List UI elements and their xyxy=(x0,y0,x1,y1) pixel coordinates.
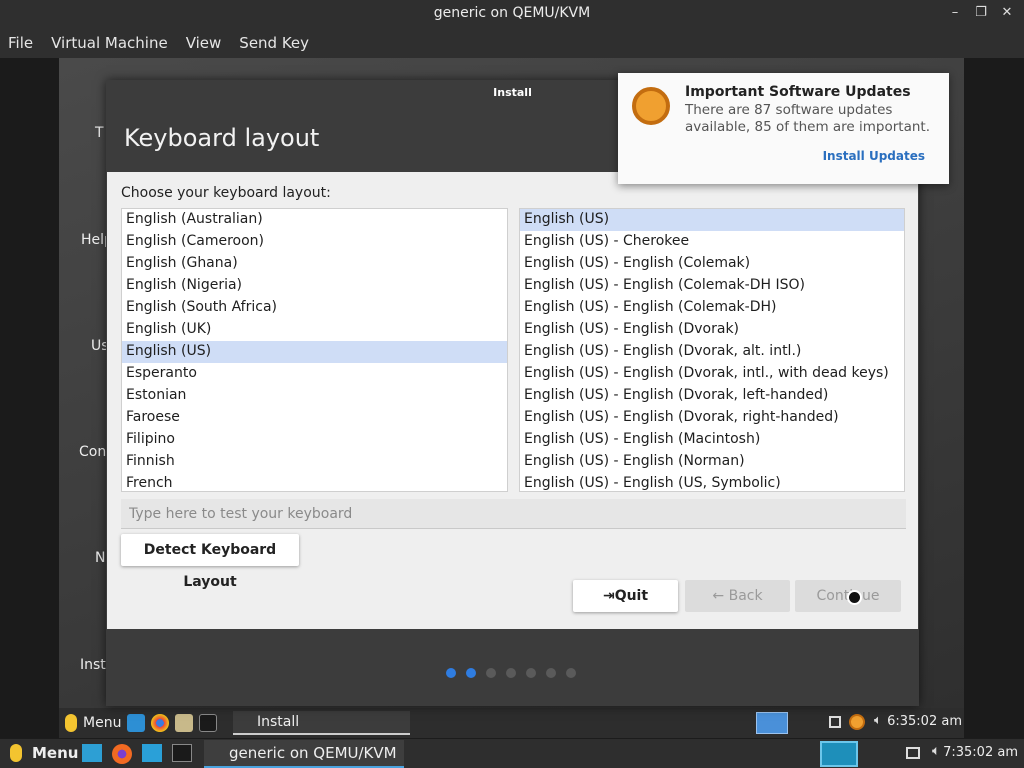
host-mint-menu-icon[interactable] xyxy=(10,744,22,762)
volume-icon[interactable]: 🔈︎ xyxy=(874,713,882,728)
variant-item-selected[interactable]: English (US) xyxy=(520,209,904,231)
host-terminal-icon[interactable] xyxy=(172,744,192,762)
guest-clock: 6:35:02 am xyxy=(887,714,962,729)
variant-item[interactable]: English (US) - English (Colemak) xyxy=(520,253,904,275)
variant-item[interactable]: English (US) - English (Dvorak, alt. int… xyxy=(520,341,904,363)
chrome-icon[interactable] xyxy=(151,714,170,732)
layout-item[interactable]: English (Australian) xyxy=(122,209,507,231)
variant-item[interactable]: English (US) - English (Dvorak, right-ha… xyxy=(520,407,904,429)
files-icon[interactable] xyxy=(175,714,194,732)
terminal-icon[interactable] xyxy=(199,714,218,732)
variant-item[interactable]: English (US) - Cherokee xyxy=(520,231,904,253)
menu-view[interactable]: View xyxy=(186,34,222,52)
host-menu-label[interactable]: Menu xyxy=(32,744,78,762)
progress-dot xyxy=(566,668,576,678)
layout-item-selected[interactable]: English (US) xyxy=(122,341,507,363)
variant-item[interactable]: English (US) - English (Colemak-DH ISO) xyxy=(520,275,904,297)
variant-item[interactable]: English (US) - English (Dvorak, intl., w… xyxy=(520,363,904,385)
firefox-icon[interactable] xyxy=(112,744,132,764)
desktop-label[interactable]: N xyxy=(95,550,105,566)
page-title: Keyboard layout xyxy=(124,124,320,152)
variant-item[interactable]: English (US) - English (Dvorak, left-han… xyxy=(520,385,904,407)
detect-keyboard-layout-button[interactable]: Detect Keyboard Layout xyxy=(121,534,299,590)
notification-body: There are 87 software updates available,… xyxy=(685,102,930,135)
host-window-title: generic on QEMU/KVM xyxy=(433,5,591,21)
host-notification-tray-icon[interactable] xyxy=(906,747,920,759)
progress-dot xyxy=(526,668,536,678)
progress-dot xyxy=(486,668,496,678)
host-taskbar: Menu generic on QEMU/KVM 🔈︎ 7:35:02 am xyxy=(0,738,1024,768)
host-menubar: File Virtual Machine View Send Key xyxy=(0,28,1024,58)
desktop-label[interactable]: Con xyxy=(79,444,106,460)
layout-item[interactable]: English (Nigeria) xyxy=(122,275,507,297)
host-titlebar: generic on QEMU/KVM – ❐ ✕ xyxy=(0,0,1024,28)
layout-item[interactable]: Finnish xyxy=(122,451,507,473)
install-updates-link[interactable]: Install Updates xyxy=(823,149,925,163)
progress-dot xyxy=(546,668,556,678)
back-arrow-icon: ← xyxy=(712,588,729,604)
host-files-icon[interactable] xyxy=(142,744,162,762)
update-notification[interactable]: Important Software Updates There are 87 … xyxy=(618,73,949,184)
minimize-button[interactable]: – xyxy=(946,4,964,22)
host-tray-app-icon[interactable] xyxy=(820,741,858,767)
keyboard-content-pane: Choose your keyboard layout: English (Au… xyxy=(107,172,918,629)
close-button[interactable]: ✕ xyxy=(998,4,1016,22)
host-volume-icon[interactable]: 🔈︎ xyxy=(932,743,940,759)
layout-item[interactable]: Estonian xyxy=(122,385,507,407)
back-button[interactable]: ← Back xyxy=(685,580,790,612)
step-progress-dots xyxy=(446,668,576,678)
variant-item[interactable]: English (US) - English (Macintosh) xyxy=(520,429,904,451)
desktop-label[interactable]: T xyxy=(95,125,104,141)
layout-item[interactable]: English (South Africa) xyxy=(122,297,507,319)
update-tray-icon[interactable] xyxy=(849,714,865,730)
menu-send-key[interactable]: Send Key xyxy=(239,34,309,52)
show-desktop-icon[interactable] xyxy=(127,714,146,732)
layout-list[interactable]: English (Australian) English (Cameroon) … xyxy=(121,208,508,492)
guest-tray-app-icon[interactable] xyxy=(756,712,788,734)
variant-item[interactable]: English (US) - English (Dvorak) xyxy=(520,319,904,341)
mint-menu-icon[interactable] xyxy=(65,714,77,732)
layout-item[interactable]: Faroese xyxy=(122,407,507,429)
menu-file[interactable]: File xyxy=(8,34,33,52)
notification-title: Important Software Updates xyxy=(685,84,911,100)
keyboard-test-input[interactable] xyxy=(121,499,906,529)
layout-item[interactable]: Filipino xyxy=(122,429,507,451)
guest-menu-label[interactable]: Menu xyxy=(83,715,121,731)
layout-item[interactable]: English (Cameroon) xyxy=(122,231,507,253)
notification-tray-icon[interactable] xyxy=(829,716,841,728)
choose-layout-label: Choose your keyboard layout: xyxy=(121,185,331,201)
quit-button[interactable]: ⇥Quit xyxy=(573,580,678,612)
progress-dot xyxy=(466,668,476,678)
variant-list[interactable]: English (US) English (US) - Cherokee Eng… xyxy=(519,208,905,492)
progress-dot xyxy=(446,668,456,678)
host-clock: 7:35:02 am xyxy=(943,745,1018,760)
variant-item[interactable]: English (US) - English (US, Symbolic) xyxy=(520,473,904,491)
mouse-cursor-icon xyxy=(847,590,862,605)
restore-button[interactable]: ❐ xyxy=(972,4,990,22)
host-task-virt-viewer[interactable]: generic on QEMU/KVM xyxy=(204,740,404,768)
software-update-icon xyxy=(632,87,670,125)
variant-item[interactable]: English (US) - English (Norman) xyxy=(520,451,904,473)
layout-item[interactable]: English (Ghana) xyxy=(122,253,507,275)
guest-taskbar: Menu Install 🔈︎ 6:35:02 am xyxy=(59,708,964,738)
layout-item[interactable]: Esperanto xyxy=(122,363,507,385)
layout-item[interactable]: French xyxy=(122,473,507,491)
menu-virtual-machine[interactable]: Virtual Machine xyxy=(51,34,168,52)
progress-dot xyxy=(506,668,516,678)
guest-task-install[interactable]: Install xyxy=(233,711,410,735)
variant-item[interactable]: English (US) - English (Colemak-DH) xyxy=(520,297,904,319)
quit-icon: ⇥ xyxy=(602,588,615,604)
layout-item[interactable]: English (UK) xyxy=(122,319,507,341)
host-show-desktop-icon[interactable] xyxy=(82,744,102,762)
window-controls: – ❐ ✕ xyxy=(946,4,1016,22)
